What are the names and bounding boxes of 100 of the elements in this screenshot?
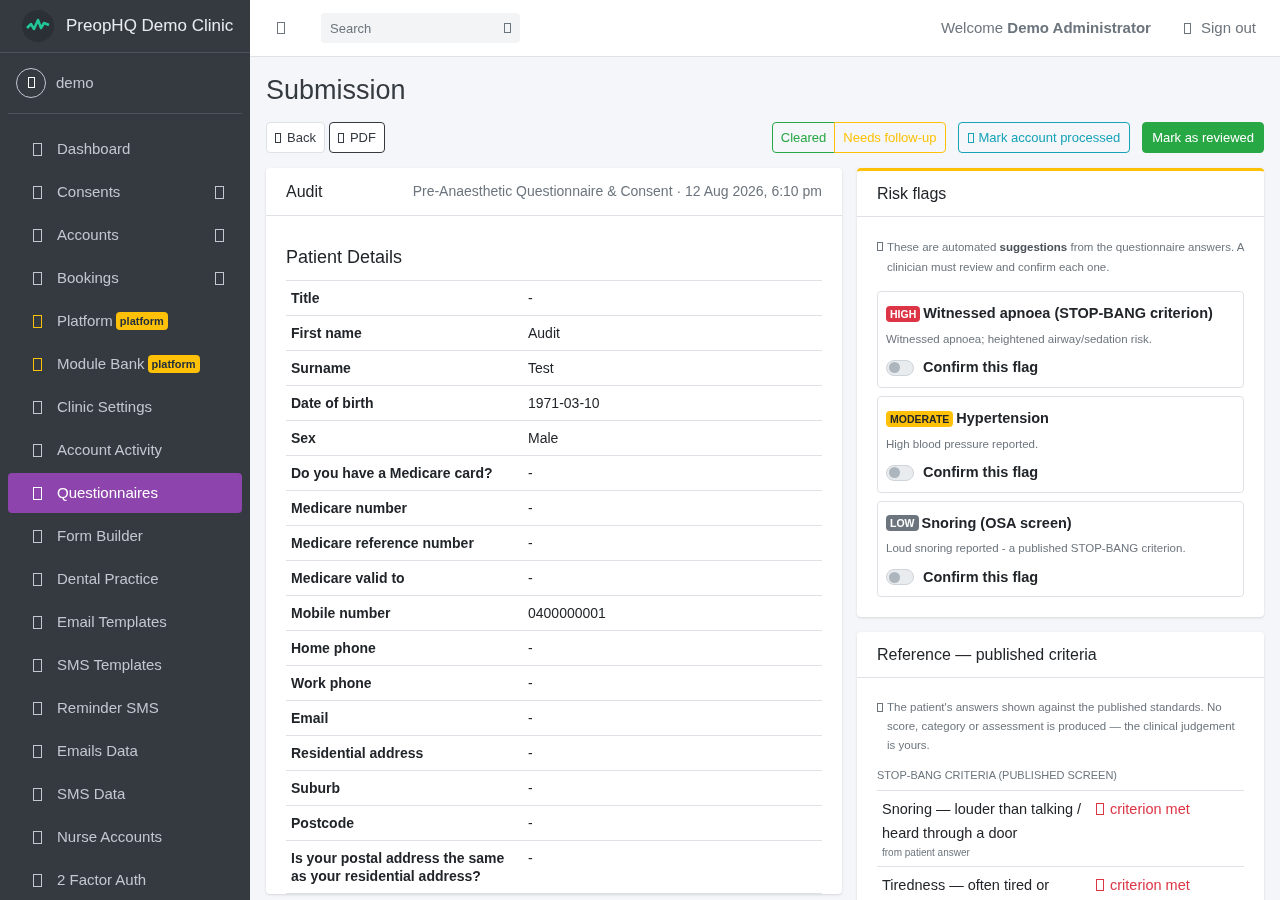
sidebar-item[interactable]: Dental Practice [8, 559, 242, 599]
criterion-name: Tiredness — often tired or [882, 875, 1051, 895]
field-value: Male [528, 430, 559, 446]
field-value: - [528, 710, 533, 726]
field-label: Residential address [291, 745, 424, 761]
sidebar-item[interactable]: Questionnaires [8, 473, 242, 513]
field-label: Email [291, 710, 329, 726]
sidebar-item[interactable]: Consents [8, 172, 242, 212]
field-value: - [528, 850, 533, 866]
field-label: Medicare number [291, 500, 407, 516]
confirm-toggle[interactable] [886, 569, 914, 586]
search-field[interactable]: Search [321, 13, 520, 43]
logo-icon [22, 9, 54, 42]
sidebar-item[interactable]: Accounts [8, 215, 242, 255]
field-label: Medicare reference number [291, 535, 474, 551]
flag-title: Hypertension [956, 408, 1049, 428]
field-value: - [528, 290, 533, 306]
sidebar-item[interactable]: SMS Data [8, 774, 242, 814]
card-title: Risk flags [877, 183, 947, 204]
flag-title: Witnessed apnoea (STOP-BANG criterion) [923, 304, 1213, 323]
menu-label: Dental Practice [57, 568, 159, 589]
risk-flags-note: These are automated suggestions from the questionnaire answers. A clinician must review and confirm each one. [887, 240, 1244, 275]
sidebar-item[interactable]: SMS Templates [8, 645, 242, 685]
sidebar-item[interactable]: Form Builder [8, 516, 242, 556]
flag-description: Witnessed apnoea; heightened airway/sedation risk. [886, 331, 1153, 347]
severity-badge: LOW [886, 515, 919, 532]
field-value: - [528, 815, 533, 831]
reference-note: The patient's answers shown against the published standards. No score, category or assessment is produced — the clinical judgement is yours. [887, 700, 1236, 754]
flag-description: High blood pressure reported. [886, 436, 1040, 452]
criterion-name: Snoring — louder than talking / heard through a door [882, 799, 1083, 843]
field-label: Is your postal address the same as your residential address? [291, 850, 505, 884]
card-title: Audit [286, 181, 323, 202]
section-title: Patient Details [286, 244, 822, 281]
field-label: Date of birth [291, 395, 374, 411]
flag-description: Loud snoring reported - a published STOP-BANG criterion. [886, 541, 1187, 557]
menu-label: SMS Data [57, 783, 126, 804]
confirm-label: Confirm this flag [923, 358, 1039, 377]
field-label: First name [291, 325, 362, 341]
field-value: - [528, 570, 533, 586]
confirm-toggle[interactable] [886, 359, 914, 376]
field-value: - [528, 465, 533, 481]
criterion-status: criterion met [1110, 799, 1190, 819]
platform-badge: platform [147, 354, 200, 374]
menu-label: Platform [57, 310, 113, 331]
field-label: Medicare valid to [291, 570, 405, 586]
field-label: Work phone [291, 675, 372, 691]
menu-label: Dashboard [57, 138, 131, 159]
sidebar-item[interactable]: Nurse Accounts [8, 817, 242, 857]
sign-out-link[interactable]: Sign out [1183, 16, 1256, 40]
menu-label: Email Templates [57, 611, 167, 632]
submission-meta: Pre-Anaesthetic Questionnaire & Consent · 12 Aug 2026, 6:10 pm [412, 182, 822, 201]
page-title: Submission [266, 74, 407, 107]
sidebar-item[interactable]: 2 Factor Auth [8, 860, 242, 900]
severity-badge: MODERATE [886, 410, 954, 427]
sidebar-item[interactable]: Module Bank platform [8, 344, 242, 384]
menu-label: Consents [57, 181, 121, 202]
confirm-label: Confirm this flag [923, 462, 1039, 482]
confirm-toggle[interactable] [886, 464, 914, 481]
sidebar-item[interactable]: Platform platform [8, 301, 242, 341]
field-value: - [528, 780, 533, 796]
menu-label: SMS Templates [57, 654, 162, 675]
field-label: Title [291, 290, 320, 306]
criterion-source: from patient answer [882, 845, 971, 860]
field-label: Surname [291, 360, 351, 376]
sidebar-item[interactable]: Bookings [8, 258, 242, 298]
pdf-button[interactable]: PDF [328, 122, 385, 153]
sidebar-item[interactable]: Emails Data [8, 731, 242, 771]
group-heading: STOP-BANG CRITERIA (PUBLISHED SCREEN) [877, 767, 1244, 791]
menu-label: Form Builder [57, 525, 143, 546]
back-button[interactable]: Back [266, 122, 325, 153]
field-label: Home phone [291, 640, 376, 656]
field-label: Postcode [291, 815, 354, 831]
menu-label: Clinic Settings [57, 396, 153, 417]
sidebar-item[interactable]: Account Activity [8, 430, 242, 470]
field-label: Sex [291, 430, 316, 446]
criterion-status: criterion met [1110, 875, 1190, 895]
sidebar-item[interactable]: Clinic Settings [8, 387, 242, 427]
menu-label: Emails Data [57, 740, 138, 761]
sidebar-item[interactable]: Email Templates [8, 602, 242, 642]
user-name[interactable]: demo [56, 71, 94, 95]
card-title: Reference — published criteria [877, 644, 1097, 665]
menu-label: Module Bank [57, 353, 145, 374]
field-value: - [528, 500, 533, 516]
platform-badge: platform [115, 311, 168, 331]
menu-label: Account Activity [57, 439, 163, 460]
field-label: Do you have a Medicare card? [291, 465, 493, 481]
flag-title: Snoring (OSA screen) [921, 513, 1072, 533]
sidebar-item[interactable]: Dashboard [8, 129, 242, 169]
field-label: Suburb [291, 780, 340, 796]
field-value: - [528, 640, 533, 656]
sidebar-item[interactable]: Reminder SMS [8, 688, 242, 728]
menu-label: Bookings [57, 267, 119, 288]
menu-label: Questionnaires [57, 482, 158, 503]
menu-label: 2 Factor Auth [57, 869, 147, 890]
brand-name[interactable]: PreopHQ Demo Clinic [66, 13, 234, 39]
severity-badge: HIGH [886, 305, 921, 322]
confirm-label: Confirm this flag [923, 567, 1039, 587]
menu-label: Nurse Accounts [57, 826, 163, 847]
menu-label: Reminder SMS [57, 697, 159, 718]
field-value: 1971-03-10 [528, 395, 600, 411]
